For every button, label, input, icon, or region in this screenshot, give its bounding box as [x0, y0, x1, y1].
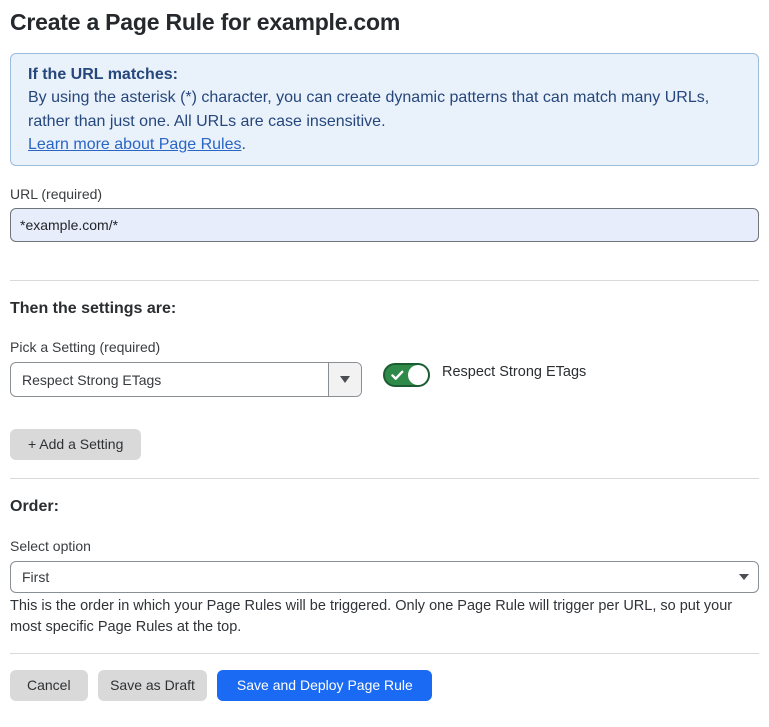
url-match-info-box: If the URL matches: By using the asteris…	[10, 53, 759, 166]
info-box-link-line: Learn more about Page Rules.	[28, 133, 742, 157]
cancel-button[interactable]: Cancel	[10, 670, 88, 701]
page-rule-form: Create a Page Rule for example.com If th…	[0, 9, 769, 701]
learn-more-link[interactable]: Learn more about Page Rules	[28, 136, 241, 153]
select-option-label: Select option	[10, 538, 759, 555]
divider	[10, 478, 759, 479]
save-draft-button[interactable]: Save as Draft	[98, 670, 208, 701]
toggle-label: Respect Strong ETags	[442, 364, 586, 381]
order-select[interactable]: First	[10, 561, 759, 593]
divider	[10, 653, 759, 654]
save-deploy-button[interactable]: Save and Deploy Page Rule	[217, 670, 432, 701]
footer-actions: Cancel Save as Draft Save and Deploy Pag…	[10, 670, 759, 701]
setting-select-dropdown-button[interactable]	[328, 363, 361, 396]
toggle-knob	[408, 365, 428, 385]
chevron-down-icon	[739, 574, 749, 580]
info-box-body: By using the asterisk (*) character, you…	[28, 86, 742, 133]
order-help-text: This is the order in which your Page Rul…	[10, 596, 750, 637]
setting-select[interactable]: Respect Strong ETags	[10, 362, 362, 397]
etags-toggle[interactable]	[383, 363, 430, 387]
order-select-value: First	[22, 562, 49, 592]
url-input[interactable]	[10, 208, 759, 242]
order-heading: Order:	[10, 497, 759, 516]
link-period: .	[241, 136, 245, 153]
info-box-heading: If the URL matches:	[28, 63, 742, 87]
setting-row: Respect Strong ETags Respect Strong ETag…	[10, 362, 759, 397]
pick-setting-label: Pick a Setting (required)	[10, 339, 759, 356]
chevron-down-icon	[340, 376, 350, 383]
page-title: Create a Page Rule for example.com	[10, 9, 759, 35]
checkmark-icon	[391, 370, 404, 381]
url-label: URL (required)	[10, 186, 759, 203]
divider	[10, 280, 759, 281]
settings-heading: Then the settings are:	[10, 299, 759, 318]
add-setting-button[interactable]: + Add a Setting	[10, 429, 141, 460]
setting-select-value: Respect Strong ETags	[22, 363, 161, 396]
